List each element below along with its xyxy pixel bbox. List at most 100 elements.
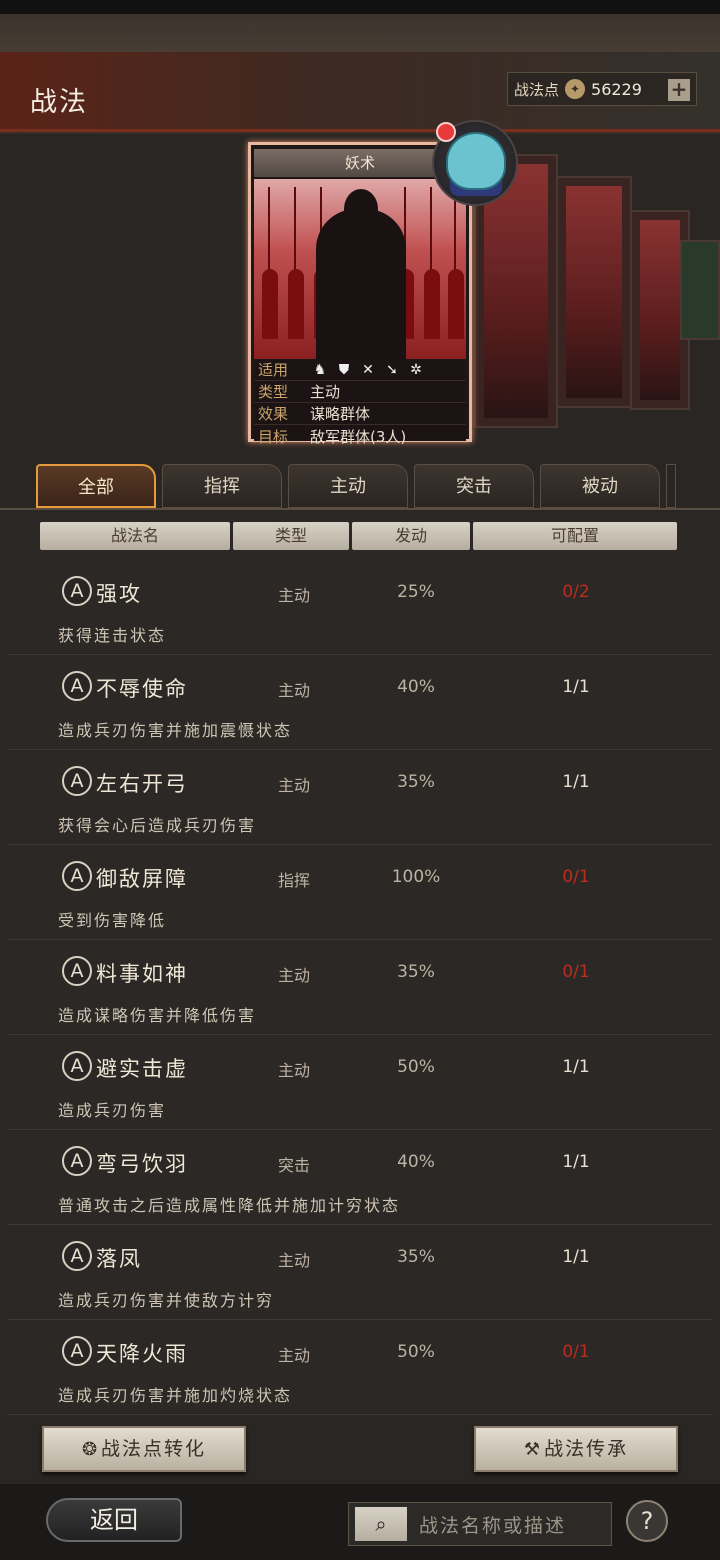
- background-card[interactable]: [556, 176, 632, 408]
- search-placeholder: 战法名称或描述: [419, 1514, 567, 1537]
- inherit-label: 战法传承: [544, 1438, 629, 1460]
- tactic-configurable: 0/1: [562, 962, 590, 982]
- tactic-rate: 35%: [397, 962, 435, 982]
- tactic-description: 获得连击状态: [58, 626, 167, 645]
- flame-icon: ❂: [81, 1439, 100, 1460]
- grade-badge: A: [62, 1336, 92, 1366]
- card-info-panel: 适用 ♞ ⛊ ✕ ➘ ✲ 类型 主动 效果 谋略群体 目标 敌军群体(3人): [254, 359, 466, 446]
- tactic-list[interactable]: 战法名 类型 发动 可配置 A 强攻 主动 25% 0/2 获得连击状态 A 不…: [0, 512, 720, 1417]
- tactic-points-box: 战法点 ✦ 56229 +: [507, 72, 697, 106]
- tactic-row[interactable]: A 左右开弓 主动 35% 1/1 获得会心后造成兵刃伤害: [8, 750, 712, 845]
- hammer-icon: ⚒: [523, 1439, 543, 1460]
- info-value: 谋略群体: [310, 405, 371, 423]
- search-icon[interactable]: ⌕: [355, 1507, 407, 1541]
- tactic-type: 主动: [277, 966, 310, 985]
- tactic-name: 避实击虚: [96, 1057, 188, 1081]
- col-header-rate[interactable]: 发动: [352, 522, 470, 550]
- tactic-rate: 40%: [397, 1152, 435, 1172]
- inherit-tactic-button[interactable]: ⚒ 战法传承: [474, 1426, 678, 1472]
- tactic-configurable: 1/1: [562, 1152, 590, 1172]
- tactic-row[interactable]: A 天降火雨 主动 50% 0/1 造成兵刃伤害并施加灼烧状态: [8, 1320, 712, 1415]
- tactic-name: 料事如神: [96, 962, 188, 986]
- tactic-row[interactable]: A 强攻 主动 25% 0/2 获得连击状态: [8, 560, 712, 655]
- col-header-name[interactable]: 战法名: [40, 522, 230, 550]
- tactic-name: 落凤: [96, 1247, 142, 1271]
- tactic-rate: 25%: [397, 582, 435, 602]
- card-info-row: 目标 敌军群体(3人): [254, 425, 466, 447]
- tactic-configurable: 1/1: [562, 1247, 590, 1267]
- info-value: 敌军群体(3人): [310, 427, 407, 446]
- bottom-bar: 返回 ⌕ 战法名称或描述 ?: [0, 1484, 720, 1560]
- tactic-rows: A 强攻 主动 25% 0/2 获得连击状态 A 不辱使命 主动 40% 1/1…: [0, 560, 720, 1415]
- spear-icon: ➘: [386, 361, 398, 378]
- tactic-rate: 40%: [397, 677, 435, 697]
- page-title: 战法: [30, 87, 88, 118]
- tactic-type: 主动: [277, 1251, 310, 1270]
- wheel-icon: ✲: [410, 361, 422, 378]
- tactic-description: 造成兵刃伤害并施加震慑状态: [58, 721, 293, 740]
- tactic-name: 天降火雨: [96, 1342, 188, 1366]
- help-button[interactable]: ?: [626, 1500, 668, 1542]
- tactic-description: 造成谋略伤害并降低伤害: [58, 1006, 257, 1025]
- grade-badge: A: [62, 766, 92, 796]
- tactic-row[interactable]: A 料事如神 主动 35% 0/1 造成谋略伤害并降低伤害: [8, 940, 712, 1035]
- tactic-row[interactable]: A 御敌屏障 指挥 100% 0/1 受到伤害降低: [8, 845, 712, 940]
- points-coin-icon: ✦: [565, 79, 586, 99]
- grade-badge: A: [62, 956, 92, 986]
- tactic-row[interactable]: A 落凤 主动 35% 1/1 造成兵刃伤害并使敌方计穷: [8, 1225, 712, 1320]
- tactic-rate: 100%: [391, 867, 441, 887]
- tactic-row[interactable]: A 弯弓饮羽 突击 40% 1/1 普通攻击之后造成属性降低并施加计穷状态: [8, 1130, 712, 1225]
- tactic-type: 指挥: [277, 871, 310, 890]
- tactic-rate: 50%: [397, 1057, 435, 1077]
- card-info-row: 效果 谋略群体: [254, 403, 466, 425]
- category-tabs: 全部 指挥 主动 突击 被动: [36, 464, 720, 508]
- points-value: 56229: [591, 79, 642, 99]
- column-headers: 战法名 类型 发动 可配置: [40, 522, 677, 550]
- col-header-type[interactable]: 类型: [233, 522, 349, 550]
- bow-icon: ✕: [362, 361, 374, 378]
- tactic-rate: 35%: [397, 772, 435, 792]
- tactic-name: 御敌屏障: [96, 867, 188, 891]
- tactic-row[interactable]: A 避实击虚 主动 50% 1/1 造成兵刃伤害: [8, 1035, 712, 1130]
- info-key: 适用: [258, 361, 289, 379]
- cavalry-icon: ♞: [313, 361, 327, 378]
- tab-active[interactable]: 主动: [288, 464, 408, 508]
- grade-badge: A: [62, 576, 92, 606]
- points-label: 战法点: [514, 80, 560, 99]
- tactic-description: 造成兵刃伤害: [58, 1101, 167, 1120]
- tab-all[interactable]: 全部: [36, 464, 156, 508]
- grade-badge: A: [62, 1241, 92, 1271]
- tactic-type: 突击: [277, 1156, 310, 1175]
- info-key: 类型: [258, 383, 289, 401]
- search-field[interactable]: ⌕ 战法名称或描述: [348, 1502, 612, 1546]
- tabs-divider: [0, 508, 720, 510]
- tactic-name: 强攻: [96, 582, 142, 606]
- grade-badge: A: [62, 671, 92, 701]
- convert-points-button[interactable]: ❂ 战法点转化: [42, 1426, 246, 1472]
- tactic-card-carousel[interactable]: 妖术 适用 ♞ ⛊ ✕ ➘ ✲ 类型 主动 效果 谋略群体 目标 敌军群体(3人…: [0, 120, 720, 450]
- tactic-description: 造成兵刃伤害并施加灼烧状态: [58, 1386, 293, 1405]
- status-bar: [0, 0, 720, 14]
- tactic-description: 造成兵刃伤害并使敌方计穷: [58, 1291, 275, 1310]
- add-points-button[interactable]: +: [668, 79, 690, 101]
- grade-badge: A: [62, 1146, 92, 1176]
- tab-overflow[interactable]: [666, 464, 676, 508]
- tactic-name: 不辱使命: [96, 677, 188, 701]
- tactic-configurable: 1/1: [562, 772, 590, 792]
- background-card[interactable]: [680, 240, 720, 340]
- tab-command[interactable]: 指挥: [162, 464, 282, 508]
- tactic-description: 普通攻击之后造成属性降低并施加计穷状态: [58, 1196, 401, 1215]
- col-header-configurable[interactable]: 可配置: [473, 522, 677, 550]
- tab-assault[interactable]: 突击: [414, 464, 534, 508]
- tactic-type: 主动: [277, 1061, 310, 1080]
- tactic-name: 左右开弓: [96, 772, 188, 796]
- tactic-row[interactable]: A 不辱使命 主动 40% 1/1 造成兵刃伤害并施加震慑状态: [8, 655, 712, 750]
- tactic-configurable: 1/1: [562, 677, 590, 697]
- back-button[interactable]: 返回: [46, 1498, 182, 1542]
- tactic-configurable: 0/1: [562, 867, 590, 887]
- tactic-configurable: 1/1: [562, 1057, 590, 1077]
- tactic-type: 主动: [277, 776, 310, 795]
- card-artwork: [254, 179, 466, 359]
- tab-passive[interactable]: 被动: [540, 464, 660, 508]
- tactic-type: 主动: [277, 586, 310, 605]
